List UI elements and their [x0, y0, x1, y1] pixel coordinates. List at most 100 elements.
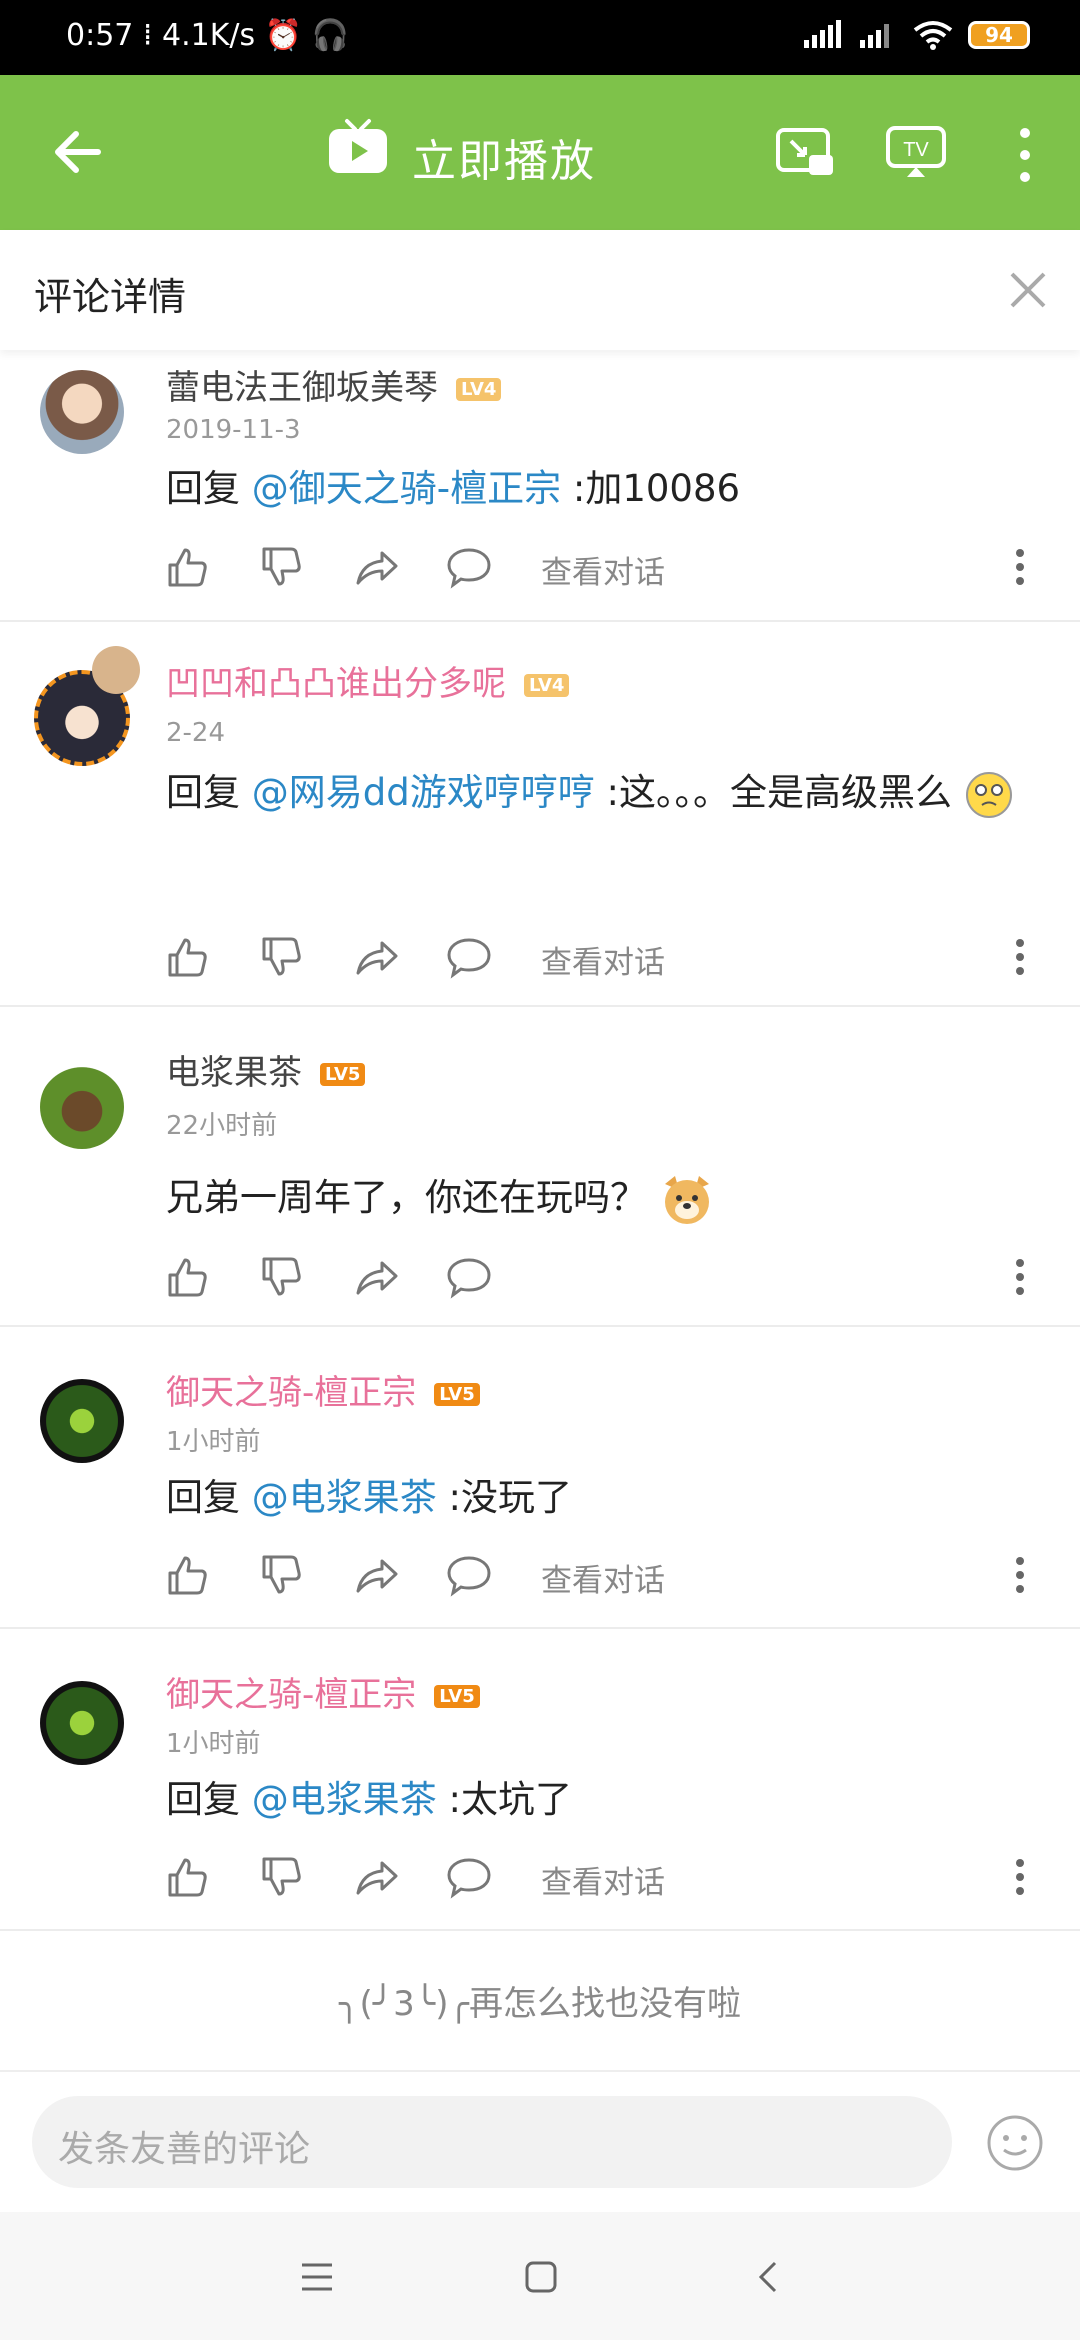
- comment-actions: 查看对话: [166, 545, 1046, 595]
- view-conversation-link[interactable]: 查看对话: [541, 1555, 665, 1600]
- headphones-icon: 🎧: [311, 18, 349, 53]
- comment-item: 御天之骑-檀正宗 LV5 1小时前 回复 @电浆果茶 :太坑了 查看对话: [0, 1627, 1080, 1931]
- comment-text: 兄弟一周年了，你还在玩吗？: [166, 1155, 1026, 1241]
- alarm-icon: ⏰: [264, 18, 303, 53]
- close-icon[interactable]: [1008, 270, 1048, 310]
- signal-hd-icon: [804, 20, 841, 48]
- avatar[interactable]: [40, 1065, 124, 1149]
- share-icon[interactable]: [354, 1255, 400, 1299]
- reply-comment-icon[interactable]: [446, 1255, 492, 1299]
- share-icon[interactable]: [354, 935, 400, 979]
- end-of-list-text: ╮(╯3╰)╭再怎么找也没有啦: [338, 1984, 742, 2024]
- avatar-pendant-icon: [92, 646, 140, 694]
- comment-more-icon[interactable]: [1013, 935, 1027, 979]
- status-bar: 0:57 ⁞ 4.1K/s ⏰ 🎧 94: [0, 0, 1080, 75]
- share-icon[interactable]: [354, 545, 400, 589]
- username[interactable]: 御天之骑-檀正宗 LV5: [166, 1365, 480, 1414]
- cast-screen-icon[interactable]: [775, 127, 835, 179]
- comment-item: 电浆果茶 LV5 22小时前 兄弟一周年了，你还在玩吗？: [0, 1005, 1080, 1327]
- home-icon[interactable]: [524, 2260, 558, 2294]
- view-conversation-link[interactable]: 查看对话: [541, 937, 665, 982]
- thumbs-down-icon[interactable]: [260, 1255, 304, 1299]
- thumbs-up-icon[interactable]: [166, 545, 210, 589]
- signal-icon: [860, 24, 889, 48]
- tv-cast-icon[interactable]: TV: [885, 125, 947, 179]
- thumbs-up-icon[interactable]: [166, 935, 210, 979]
- comment-input-placeholder: 发条友善的评论: [58, 2129, 311, 2170]
- comment-input[interactable]: 发条友善的评论: [32, 2096, 952, 2188]
- comment-actions: 查看对话: [166, 935, 1046, 985]
- comment-item: 御天之骑-檀正宗 LV5 1小时前 回复 @电浆果茶 :没玩了 查看对话: [0, 1325, 1080, 1629]
- comment-detail-header: 评论详情: [0, 230, 1080, 350]
- system-nav-bar: [0, 2212, 1080, 2340]
- share-icon[interactable]: [354, 1855, 400, 1899]
- comment-actions: 查看对话: [166, 1553, 1046, 1603]
- username[interactable]: 电浆果茶 LV5: [166, 1045, 366, 1094]
- sheet-title: 评论详情: [34, 275, 187, 319]
- thumbs-up-icon[interactable]: [166, 1255, 210, 1299]
- more-vert-icon[interactable]: [1015, 127, 1035, 183]
- mention-link[interactable]: @电浆果茶: [252, 1778, 437, 1821]
- avatar[interactable]: [40, 370, 124, 454]
- comment-actions: 查看对话: [166, 1855, 1046, 1905]
- comment-input-bar: 发条友善的评论: [0, 2070, 1080, 2214]
- reply-comment-icon[interactable]: [446, 1553, 492, 1597]
- avatar[interactable]: [40, 1379, 124, 1463]
- comment-more-icon[interactable]: [1013, 545, 1027, 589]
- app-bar-title: 立即播放: [412, 136, 596, 187]
- username[interactable]: 御天之骑-檀正宗 LV5: [166, 1667, 480, 1716]
- mention-link[interactable]: @电浆果茶: [252, 1476, 437, 1519]
- view-conversation-link[interactable]: 查看对话: [541, 1857, 665, 1902]
- comment-text: 回复 @御天之骑-檀正宗 :加10086: [166, 467, 741, 510]
- comment-date: 1小时前: [166, 1427, 261, 1457]
- comment-date: 2019-11-3: [166, 415, 301, 445]
- thumbs-down-icon[interactable]: [260, 545, 304, 589]
- comment-date: 1小时前: [166, 1729, 261, 1759]
- reply-comment-icon[interactable]: [446, 1855, 492, 1899]
- menu-icon[interactable]: [300, 2262, 334, 2292]
- comment-item: 凹凹和凸凸谁出分多呢 LV4 2-24 回复 @网易dd游戏哼哼哼 :这。。。全是…: [0, 620, 1080, 1007]
- comment-more-icon[interactable]: [1013, 1255, 1027, 1299]
- thumbs-down-icon[interactable]: [260, 1553, 304, 1597]
- level-badge: LV5: [320, 1063, 366, 1086]
- emoji-picker-icon[interactable]: [986, 2114, 1044, 2172]
- emoji-dizzy-icon: [965, 771, 1012, 818]
- battery-indicator: 94: [968, 21, 1030, 49]
- comment-text: 回复 @电浆果茶 :太坑了: [166, 1778, 572, 1821]
- mention-link[interactable]: @网易dd游戏哼哼哼: [252, 771, 595, 814]
- comment-text: 回复 @电浆果茶 :没玩了: [166, 1476, 572, 1519]
- back-arrow-icon[interactable]: [50, 125, 104, 179]
- level-badge: LV5: [434, 1685, 480, 1708]
- share-icon[interactable]: [354, 1553, 400, 1597]
- thumbs-down-icon[interactable]: [260, 1855, 304, 1899]
- wifi-icon: [913, 21, 953, 50]
- svg-text:TV: TV: [903, 139, 929, 161]
- level-badge: LV4: [456, 378, 502, 401]
- thumbs-down-icon[interactable]: [260, 935, 304, 979]
- app-bar: 立即播放 TV: [0, 75, 1080, 230]
- reply-comment-icon[interactable]: [446, 545, 492, 589]
- comment-more-icon[interactable]: [1013, 1855, 1027, 1899]
- emoji-doge-icon: [664, 1175, 709, 1224]
- comment-item: 蕾电法王御坂美琴 LV4 2019-11-3 回复 @御天之骑-檀正宗 :加100…: [0, 352, 1080, 622]
- comment-more-icon[interactable]: [1013, 1553, 1027, 1597]
- network-speed: 4.1K/s: [161, 18, 256, 53]
- thumbs-up-icon[interactable]: [166, 1855, 210, 1899]
- username[interactable]: 蕾电法王御坂美琴 LV4: [166, 360, 502, 409]
- comment-date: 2-24: [166, 718, 226, 748]
- tv-play-icon: [329, 119, 387, 173]
- level-badge: LV4: [524, 674, 570, 697]
- view-conversation-link[interactable]: 查看对话: [541, 547, 665, 592]
- reply-comment-icon[interactable]: [446, 935, 492, 979]
- status-icons: 94: [802, 20, 1030, 50]
- username[interactable]: 凹凹和凸凸谁出分多呢 LV4: [166, 656, 570, 705]
- back-nav-icon[interactable]: [755, 2260, 779, 2294]
- comment-actions: [166, 1255, 1046, 1305]
- thumbs-up-icon[interactable]: [166, 1553, 210, 1597]
- mention-link[interactable]: @御天之骑-檀正宗: [252, 467, 561, 510]
- status-time: 0:57 ⁞ 4.1K/s ⏰ 🎧: [66, 18, 349, 53]
- level-badge: LV5: [434, 1383, 480, 1406]
- comment-text: 回复 @网易dd游戏哼哼哼 :这。。。全是高级黑么: [166, 750, 1026, 836]
- avatar[interactable]: [40, 1681, 124, 1765]
- comment-date: 22小时前: [166, 1111, 278, 1141]
